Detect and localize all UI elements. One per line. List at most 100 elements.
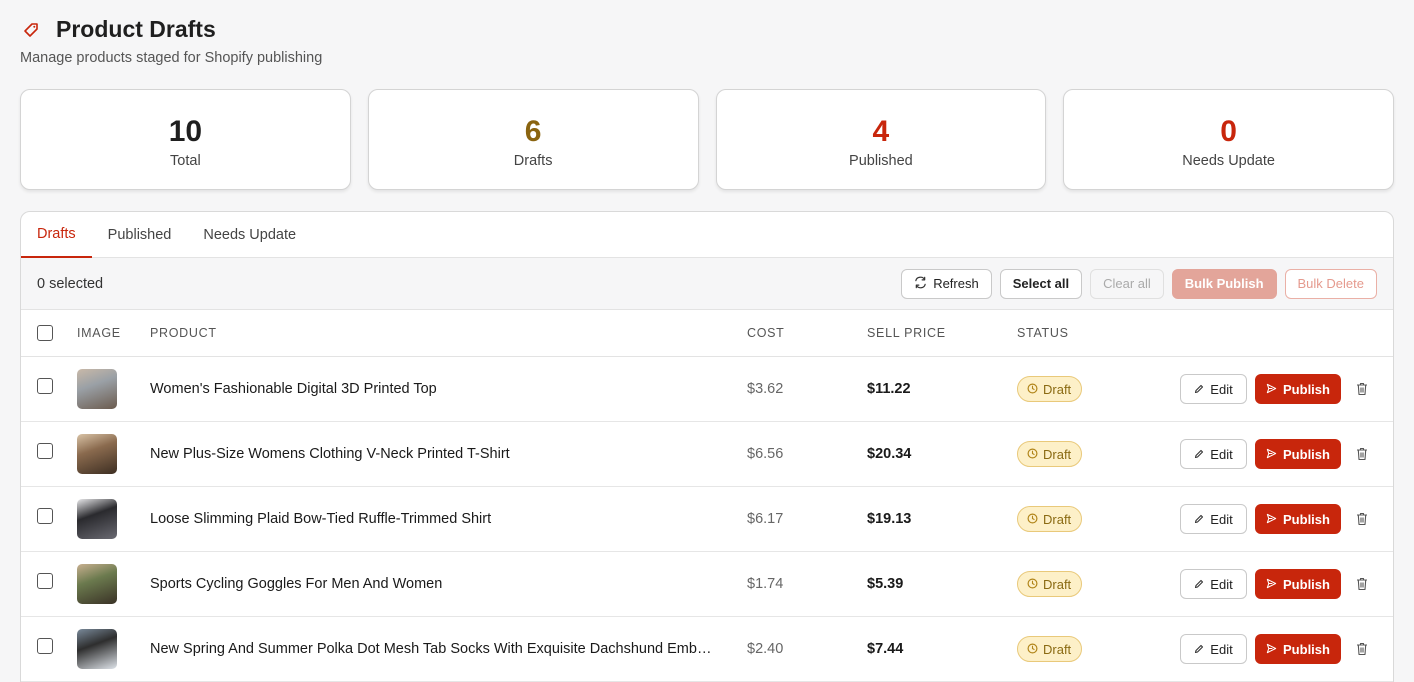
table-body: Women's Fashionable Digital 3D Printed T… [21, 357, 1393, 682]
trash-icon[interactable] [1356, 577, 1370, 591]
publish-button[interactable]: Publish [1255, 504, 1341, 534]
pencil-icon [1194, 447, 1204, 462]
clear-all-button[interactable]: Clear all [1090, 268, 1164, 299]
edit-label: Edit [1210, 381, 1233, 397]
edit-label: Edit [1210, 511, 1233, 527]
product-sell-price: $7.44 [867, 641, 904, 657]
status-badge: Draft [1017, 441, 1083, 467]
status-badge: Draft [1017, 376, 1083, 402]
send-icon [1266, 577, 1277, 592]
stat-card-needs-update: 0 Needs Update [1063, 89, 1394, 190]
tag-icon [20, 19, 42, 41]
refresh-icon [914, 276, 927, 292]
stat-label: Published [849, 152, 913, 169]
refresh-button[interactable]: Refresh [901, 268, 992, 299]
product-sell-price: $11.22 [867, 381, 911, 397]
send-icon [1266, 642, 1277, 657]
row-checkbox[interactable] [37, 443, 53, 459]
page-header: Product Drafts Manage products staged fo… [20, 16, 322, 66]
edit-button[interactable]: Edit [1180, 569, 1247, 599]
table-row: New Plus-Size Womens Clothing V-Neck Pri… [21, 422, 1393, 487]
stats-row: 10 Total 6 Drafts 4 Published 0 Needs Up… [20, 89, 1394, 190]
tab-drafts[interactable]: Drafts [21, 212, 92, 258]
edit-button[interactable]: Edit [1180, 439, 1247, 469]
stat-card-published: 4 Published [715, 89, 1047, 190]
trash-icon[interactable] [1356, 642, 1370, 656]
clock-icon [1027, 642, 1038, 657]
product-name[interactable]: Women's Fashionable Digital 3D Printed T… [150, 381, 437, 397]
product-cost: $6.17 [747, 511, 784, 527]
publish-label: Publish [1283, 511, 1330, 527]
column-header-image: IMAGE [77, 326, 121, 340]
stat-label: Total [170, 152, 201, 169]
column-header-sell-price: SELL PRICE [867, 326, 946, 340]
publish-button[interactable]: Publish [1255, 634, 1341, 664]
table-row: Sports Cycling Goggles For Men And Women… [21, 552, 1393, 617]
table-header: IMAGE PRODUCT COST SELL PRICE STATUS [21, 310, 1393, 357]
edit-label: Edit [1210, 576, 1233, 592]
publish-label: Publish [1283, 381, 1330, 397]
bulk-publish-button[interactable]: Bulk Publish [1171, 268, 1277, 299]
products-panel: Drafts Published Needs Update 0 selected… [20, 211, 1394, 682]
edit-button[interactable]: Edit [1180, 504, 1247, 534]
edit-label: Edit [1210, 641, 1233, 657]
product-name[interactable]: New Plus-Size Womens Clothing V-Neck Pri… [150, 446, 510, 462]
stat-value: 6 [524, 114, 542, 148]
column-header-status: STATUS [1017, 326, 1069, 340]
trash-icon[interactable] [1356, 447, 1370, 461]
bulk-toolbar: 0 selected Refresh Select all Clear all … [21, 258, 1393, 310]
product-thumbnail [77, 564, 117, 604]
edit-button[interactable]: Edit [1180, 374, 1247, 404]
trash-icon[interactable] [1356, 382, 1370, 396]
stat-value: 0 [1220, 114, 1237, 148]
edit-label: Edit [1210, 446, 1233, 462]
bulk-delete-button[interactable]: Bulk Delete [1284, 268, 1377, 299]
row-checkbox[interactable] [37, 508, 53, 524]
status-label: Draft [1043, 381, 1072, 397]
stat-label: Drafts [513, 152, 553, 169]
clock-icon [1027, 447, 1038, 462]
status-badge: Draft [1017, 506, 1083, 532]
product-name[interactable]: Sports Cycling Goggles For Men And Women [150, 576, 442, 592]
stat-value: 10 [168, 114, 203, 148]
page-title: Product Drafts [56, 16, 216, 42]
publish-button[interactable]: Publish [1255, 439, 1341, 469]
product-thumbnail [77, 434, 117, 474]
product-cost: $1.74 [747, 576, 784, 592]
send-icon [1266, 447, 1277, 462]
tab-needs-update[interactable]: Needs Update [187, 212, 312, 258]
row-checkbox[interactable] [37, 378, 53, 394]
publish-label: Publish [1283, 576, 1330, 592]
product-cost: $2.40 [747, 641, 784, 657]
pencil-icon [1194, 577, 1204, 592]
edit-button[interactable]: Edit [1180, 634, 1247, 664]
select-all-checkbox[interactable] [37, 325, 53, 341]
product-name[interactable]: Loose Slimming Plaid Bow-Tied Ruffle-Tri… [150, 511, 491, 527]
product-thumbnail [77, 369, 117, 409]
publish-button[interactable]: Publish [1255, 569, 1341, 599]
row-checkbox[interactable] [37, 638, 53, 654]
product-sell-price: $20.34 [867, 446, 912, 462]
stat-card-total: 10 Total [20, 89, 351, 190]
column-header-product: PRODUCT [150, 326, 217, 340]
product-name[interactable]: New Spring And Summer Polka Dot Mesh Tab… [150, 641, 711, 657]
table-row: Loose Slimming Plaid Bow-Tied Ruffle-Tri… [21, 487, 1393, 552]
publish-button[interactable]: Publish [1255, 374, 1341, 404]
tab-bar: Drafts Published Needs Update [21, 212, 1393, 258]
tab-published[interactable]: Published [92, 212, 188, 258]
selected-count: 0 selected [37, 275, 104, 292]
stat-label: Needs Update [1182, 152, 1275, 169]
clock-icon [1027, 382, 1038, 397]
select-all-button[interactable]: Select all [999, 268, 1083, 299]
stat-card-drafts: 6 Drafts [367, 89, 699, 190]
send-icon [1266, 382, 1277, 397]
status-badge: Draft [1017, 636, 1083, 662]
trash-icon[interactable] [1356, 512, 1370, 526]
row-checkbox[interactable] [37, 573, 53, 589]
status-label: Draft [1043, 576, 1072, 592]
product-sell-price: $5.39 [867, 576, 904, 592]
refresh-label: Refresh [933, 276, 979, 291]
product-sell-price: $19.13 [867, 511, 912, 527]
status-label: Draft [1043, 446, 1072, 462]
product-cost: $3.62 [747, 381, 784, 397]
